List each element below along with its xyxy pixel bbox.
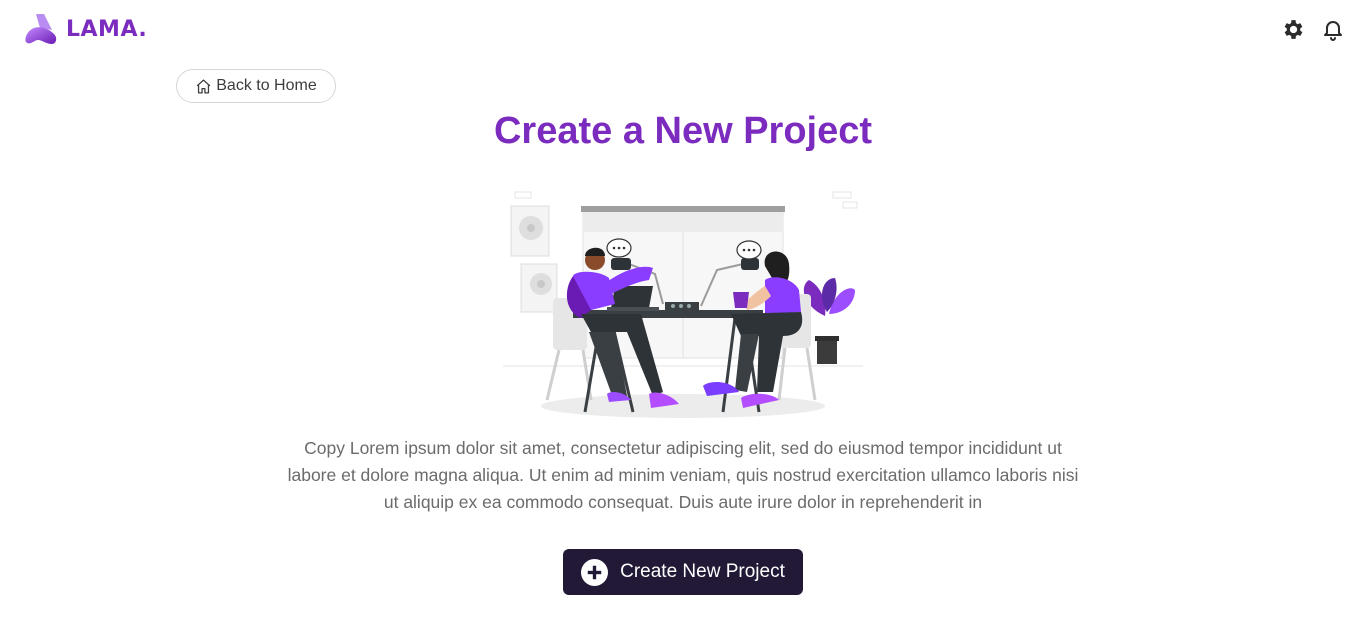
notifications-button[interactable] xyxy=(1320,16,1346,42)
back-to-home-label: Back to Home xyxy=(216,77,317,94)
top-bar: LAMA. xyxy=(0,0,1366,60)
create-new-project-label: Create New Project xyxy=(620,561,785,582)
logo[interactable]: LAMA. xyxy=(22,12,147,46)
back-to-home-button[interactable]: Back to Home xyxy=(176,69,336,103)
settings-button[interactable] xyxy=(1280,16,1306,42)
home-icon xyxy=(196,78,211,94)
podcast-illustration xyxy=(503,191,863,418)
app-name: LAMA. xyxy=(66,16,148,42)
page-title: Create a New Project xyxy=(493,110,873,152)
gear-icon xyxy=(1284,19,1302,39)
create-new-project-button[interactable]: Create New Project xyxy=(563,549,803,595)
lama-logo-icon xyxy=(25,14,57,44)
plus-circle-icon xyxy=(581,558,609,586)
header-actions xyxy=(1280,16,1346,42)
page-description: Copy Lorem ipsum dolor sit amet, consect… xyxy=(287,438,1079,512)
bell-icon xyxy=(1324,21,1342,41)
